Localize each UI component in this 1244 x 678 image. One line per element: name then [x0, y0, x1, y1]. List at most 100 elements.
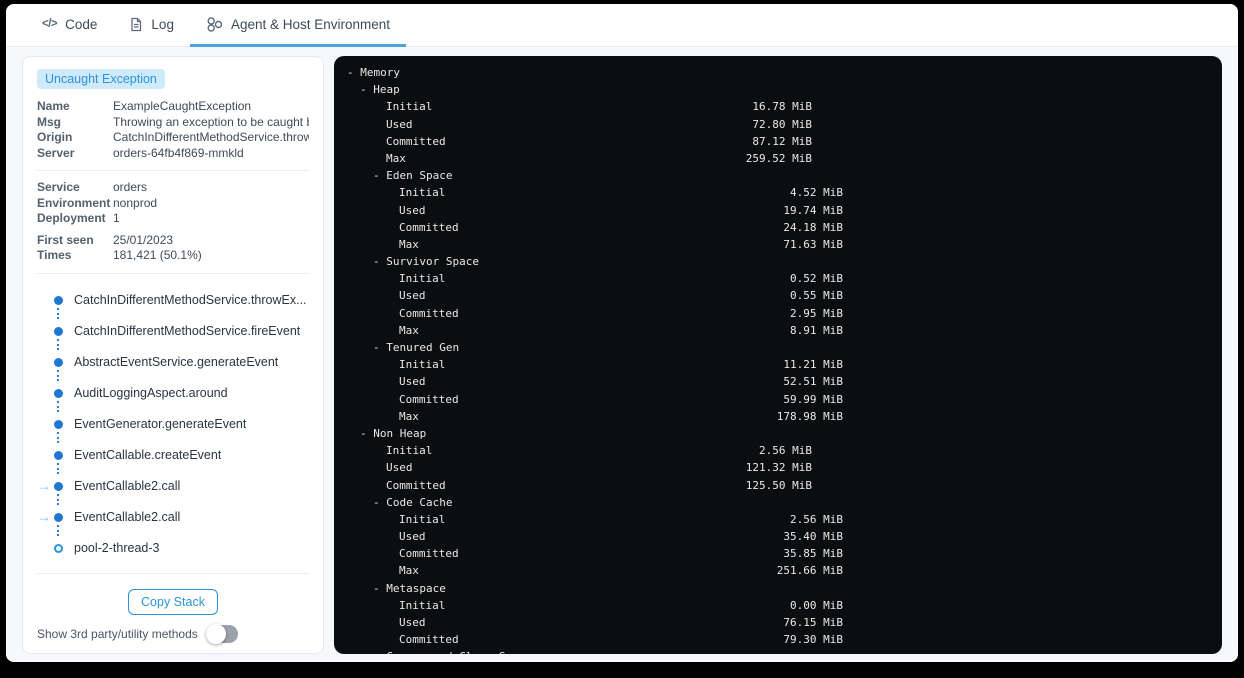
stack-frame[interactable]: AuditLoggingAspect.around	[37, 378, 309, 412]
memory-tree-metric: Initial 0.00 MiB	[334, 597, 1222, 614]
frame-node-icon	[54, 326, 63, 336]
exception-type-badge: Uncaught Exception	[37, 69, 165, 89]
detail-label: Times	[37, 248, 72, 262]
terminal-row-label: - Non Heap	[360, 426, 427, 440]
terminal-row-label: Committed	[399, 392, 459, 406]
memory-tree-metric: Used 52.51 MiB	[334, 373, 1222, 390]
thread-node-icon	[54, 543, 63, 553]
terminal-row-label: Committed	[399, 220, 459, 234]
detail-label: Origin	[37, 130, 73, 144]
terminal-row-value: 87.12 MiB	[752, 134, 812, 148]
tab-label: Log	[151, 16, 174, 32]
detail-value: Throwing an exception to be caught by a …	[113, 114, 309, 129]
tab-log[interactable]: Log	[113, 4, 190, 47]
memory-tree-metric: Initial 4.52 MiB	[334, 184, 1222, 201]
memory-tree-metric: Max 259.52 MiB	[334, 150, 1222, 167]
copy-stack-button[interactable]: Copy Stack	[128, 588, 218, 615]
terminal-row-value: 2.56 MiB	[790, 512, 843, 526]
divider	[37, 272, 309, 274]
terminal-row-value: 76.15 MiB	[783, 616, 843, 629]
third-party-toggle[interactable]	[205, 623, 238, 644]
stack-frame-label: CatchInDifferentMethodService.throwEx...	[74, 293, 307, 307]
stack-frame[interactable]: AbstractEventService.generateEvent	[37, 347, 309, 381]
memory-tree-group[interactable]: - Code Cache	[334, 494, 1222, 511]
memory-tree-metric: Max 8.91 MiB	[334, 322, 1222, 339]
detail-label: Service	[37, 180, 80, 194]
memory-tree-metric: Max 251.66 MiB	[334, 562, 1222, 579]
stack-frame[interactable]: → EventCallable2.call	[37, 471, 309, 505]
terminal-row-label: Used	[399, 375, 426, 389]
terminal-row-value: 19.74 MiB	[783, 203, 843, 217]
memory-tree-metric: Committed 2.95 MiB	[334, 305, 1222, 322]
stack-frame-thread[interactable]: pool-2-thread-3	[37, 533, 309, 564]
terminal-row-label: Max	[399, 237, 419, 251]
frame-node-icon	[54, 295, 63, 305]
detail-row: Service orders	[37, 180, 309, 196]
terminal-row-label: Used	[399, 203, 426, 217]
stack-frame[interactable]: EventGenerator.generateEvent	[37, 409, 309, 443]
terminal-row-label: Initial	[386, 444, 433, 458]
memory-tree-metric: Used 76.15 MiB	[334, 614, 1222, 631]
terminal-row-label: - Compressed Class Space	[334, 648, 532, 654]
detail-row: First seen 25/01/2023	[37, 233, 309, 249]
detail-label: Deployment	[37, 211, 106, 225]
memory-tree-group[interactable]: - Compressed Class Space	[334, 648, 1222, 654]
terminal-row-label: - Tenured Gen	[373, 341, 460, 354]
terminal-row-label: Used	[386, 117, 413, 131]
memory-tree-metric: Used 35.40 MiB	[334, 528, 1222, 545]
detail-value: 25/01/2023	[113, 232, 174, 247]
stack-frame[interactable]: EventCallable.createEvent	[37, 440, 309, 474]
terminal-row-label: Committed	[386, 134, 446, 148]
terminal-row-label: Initial	[399, 186, 446, 200]
terminal-row-label: Committed	[386, 478, 446, 492]
terminal-row-value: 0.55 MiB	[790, 289, 843, 303]
terminal-row-label: - Heap	[360, 83, 400, 97]
memory-tree-metric: Max 178.98 MiB	[334, 408, 1222, 425]
terminal-row-value: 72.80 MiB	[752, 117, 812, 131]
detail-value: orders	[113, 180, 148, 194]
terminal-row-label: Used	[399, 530, 426, 544]
agent-icon	[207, 16, 223, 32]
exception-detail-panel: Uncaught Exception Name ExampleCaughtExce…	[22, 56, 324, 654]
memory-tree-metric: Used 121.32 MiB	[334, 459, 1222, 476]
detail-row: Environment nonprod	[37, 196, 309, 212]
divider	[37, 170, 309, 171]
memory-tree-metric: Initial 11.21 MiB	[334, 356, 1222, 373]
stack-frame[interactable]: CatchInDifferentMethodService.fireEvent	[37, 316, 309, 350]
detail-row: Msg Throwing an exception to be caught by…	[37, 115, 309, 131]
terminal-row-label: Max	[399, 409, 419, 423]
detail-label: Name	[37, 99, 70, 113]
detail-value: nonprod	[113, 195, 158, 210]
current-frame-arrow-icon: →	[37, 477, 51, 494]
terminal-row-value: 2.95 MiB	[790, 306, 843, 320]
memory-tree-group[interactable]: - Heap	[334, 81, 1222, 98]
terminal-row-label: Initial	[399, 272, 446, 286]
stack-frame-label: EventCallable2.call	[74, 479, 181, 493]
terminal-row-label: - Eden Space	[373, 169, 453, 183]
memory-tree-metric: Committed 35.85 MiB	[334, 545, 1222, 562]
terminal-row-label: Used	[386, 461, 413, 475]
terminal-row-value: 71.63 MiB	[783, 237, 843, 251]
memory-tree-group[interactable]: - Metaspace	[334, 580, 1222, 597]
detail-label: Msg	[37, 114, 61, 129]
detail-value: 1	[113, 211, 120, 225]
tab-code[interactable]: </> Code	[26, 4, 113, 47]
memory-tree-group[interactable]: - Non Heap	[334, 425, 1222, 442]
memory-tree-group[interactable]: - Tenured Gen	[334, 339, 1222, 356]
terminal-row-label: - Memory	[347, 66, 400, 79]
stack-frame[interactable]: CatchInDifferentMethodService.throwEx...	[37, 285, 309, 319]
frame-node-icon	[54, 388, 63, 398]
memory-tree-group[interactable]: - Memory	[334, 64, 1222, 81]
terminal-row-value: 251.66 MiB	[776, 564, 843, 578]
terminal-row-label: Max	[399, 323, 419, 337]
detail-row: Deployment 1	[37, 211, 309, 227]
terminal-row-value: 4.52 MiB	[790, 186, 843, 200]
memory-tree-metric: Initial 0.52 MiB	[334, 270, 1222, 287]
tab-agent-host-environment[interactable]: Agent & Host Environment	[189, 4, 407, 47]
memory-tree-metric: Used 0.55 MiB	[334, 287, 1222, 304]
memory-tree-group[interactable]: - Eden Space	[334, 167, 1222, 184]
memory-tree-group[interactable]: - Survivor Space	[334, 253, 1222, 270]
terminal-row-value: 16.78 MiB	[752, 100, 812, 114]
memory-terminal-panel: - Memory - Heap Initial 16.78 MiB Used 72.80 …	[334, 56, 1222, 654]
stack-frame[interactable]: → EventCallable2.call	[37, 502, 309, 536]
